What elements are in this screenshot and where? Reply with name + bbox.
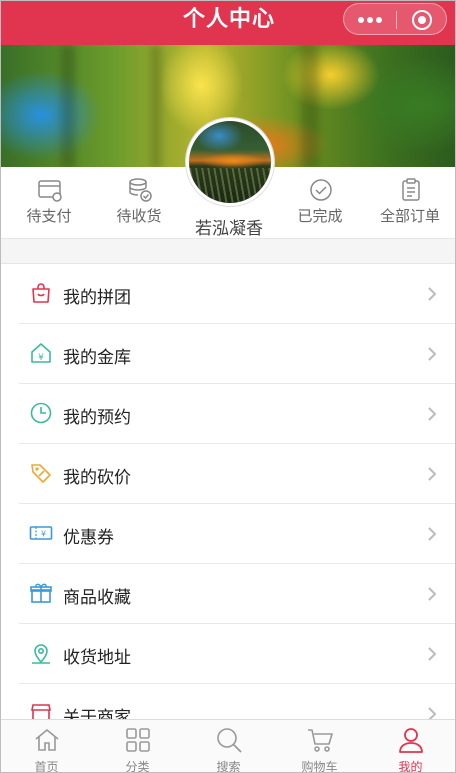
clock-icon: [30, 402, 52, 424]
svg-text:¥: ¥: [38, 353, 44, 363]
cart-icon: [308, 729, 333, 752]
target-dot-icon: [418, 16, 426, 24]
chevron-right-icon: [428, 587, 437, 601]
tab-label: 购物车: [301, 760, 338, 773]
menu-item-about-merchant[interactable]: 关于商家: [1, 684, 455, 723]
menu-item-vault[interactable]: ¥ 我的金库: [1, 324, 455, 384]
banner-shadow: [301, 45, 319, 169]
tab-label: 我的: [398, 760, 423, 773]
tab-me[interactable]: 我的: [365, 720, 455, 773]
tab-label: 分类: [125, 760, 150, 773]
tab-category[interactable]: 分类: [92, 720, 183, 773]
menu-item-label: 我的拼团: [63, 288, 131, 307]
price-tag-icon: [31, 464, 51, 483]
mini-program-capsule: [343, 3, 447, 35]
user-nickname: 若泓凝香: [195, 219, 263, 238]
chevron-right-icon: [428, 467, 437, 481]
more-menu-button[interactable]: [344, 4, 396, 36]
menu-item-label: 我的金库: [63, 348, 131, 367]
coins-check-icon: [129, 178, 152, 202]
tab-search[interactable]: 搜索: [183, 720, 274, 773]
menu-item-appointment[interactable]: 我的预约: [1, 384, 455, 444]
tab-home[interactable]: 首页: [1, 720, 92, 773]
chevron-right-icon: [428, 287, 437, 301]
tab-label: 首页: [34, 760, 59, 773]
chevron-right-icon: [428, 347, 437, 361]
menu-item-label: 商品收藏: [63, 588, 131, 607]
chevron-right-icon: [428, 407, 437, 421]
wallet-card-icon: [38, 180, 62, 202]
menu-item-label: 我的砍价: [63, 468, 131, 487]
menu-item-coupon[interactable]: ¥ 优惠券: [1, 504, 455, 564]
menu-item-group-buy[interactable]: 我的拼团: [1, 264, 455, 324]
menu-item-label: 我的预约: [63, 408, 131, 427]
banner-shadow: [61, 45, 75, 169]
gift-icon: [30, 583, 52, 603]
menu-item-label: 收货地址: [63, 648, 131, 667]
menu-item-label: 优惠券: [63, 528, 114, 547]
shopping-bag-icon: [32, 283, 50, 303]
tab-cart[interactable]: 购物车: [274, 720, 365, 773]
more-dot-icon: [376, 17, 382, 23]
title-bar: 个人中心: [1, 1, 455, 45]
banner-shadow: [151, 45, 161, 169]
more-dot-icon: [367, 17, 373, 23]
grid-icon: [126, 728, 150, 752]
more-dot-icon: [358, 17, 364, 23]
menu-item-address[interactable]: 收货地址: [1, 624, 455, 684]
avatar-image-detail: [189, 168, 271, 203]
location-pin-icon: [32, 644, 50, 664]
menu-list: 我的拼团 ¥ 我的金库 我的预约 我的砍价 ¥ 优惠券 商品收藏 收货地址 关于…: [1, 263, 455, 723]
app-frame: 个人中心 待支付 待收货 已完成 全部订单 若泓凝香 我的拼团 ¥ 我的金库 我…: [0, 0, 456, 773]
clipboard-icon: [402, 178, 420, 201]
avatar[interactable]: [186, 118, 274, 206]
search-icon: [217, 728, 242, 753]
chevron-right-icon: [428, 527, 437, 541]
user-icon: [399, 728, 423, 753]
home-icon: [35, 728, 59, 751]
menu-item-favorites[interactable]: 商品收藏: [1, 564, 455, 624]
svg-text:¥: ¥: [41, 530, 46, 539]
chevron-right-icon: [428, 647, 437, 661]
bottom-tab-bar: 首页 分类 搜索 购物车 我的: [1, 719, 455, 773]
close-mini-program-button[interactable]: [397, 4, 447, 36]
tab-label: 搜索: [216, 760, 241, 773]
check-circle-icon: [310, 179, 332, 201]
coupon-icon: ¥: [29, 526, 53, 540]
menu-item-bargain[interactable]: 我的砍价: [1, 444, 455, 504]
vault-house-icon: ¥: [31, 343, 51, 363]
